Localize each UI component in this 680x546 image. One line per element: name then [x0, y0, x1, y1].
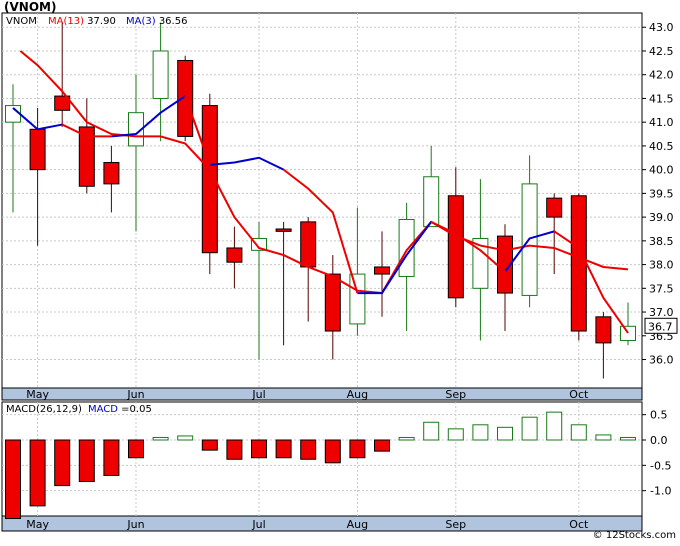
macd-bar-negative — [78, 439, 95, 483]
candle-up — [423, 176, 440, 228]
price-tick-label: 37.0 — [649, 306, 674, 319]
price-legend-item: MA(13) 37.90 — [48, 16, 116, 27]
price-tick-label: 40.5 — [649, 140, 674, 153]
macd-bar-positive — [595, 434, 612, 441]
macd-bar-negative — [349, 439, 366, 459]
candle-down — [374, 266, 390, 275]
price-month-label: Jul — [251, 388, 265, 401]
macd-bar-positive — [472, 424, 489, 441]
macd-month-label: May — [26, 518, 49, 531]
macd-bar-negative — [201, 439, 218, 451]
candle-down — [103, 162, 120, 185]
price-month-label: May — [26, 388, 49, 401]
macd-bar-positive — [398, 436, 415, 441]
price-tick-label: 41.5 — [649, 92, 674, 105]
price-date-band — [1, 387, 643, 401]
macd-month-label: Jul — [251, 518, 265, 531]
macd-bar-positive — [570, 424, 587, 441]
macd-legend-title: MACD(26,12,9) — [6, 404, 82, 415]
macd-tick-label: -0.5 — [650, 459, 671, 472]
macd-bar-positive — [497, 426, 513, 441]
macd-month-label: Sep — [445, 518, 466, 531]
macd-month-label: Jun — [126, 518, 144, 531]
price-tick-label: 42.0 — [649, 69, 674, 82]
macd-bar-negative — [374, 439, 390, 452]
price-tick-label: 41.0 — [649, 116, 674, 129]
price-month-label: Jun — [126, 388, 144, 401]
price-tick-label: 36.0 — [649, 354, 674, 367]
candle-up — [349, 273, 366, 325]
price-tick-label: 39.5 — [649, 187, 674, 200]
macd-panel-frame — [1, 401, 643, 517]
price-month-label: Aug — [347, 388, 368, 401]
macd-bar-negative — [300, 439, 317, 460]
price-tick-label: 42.5 — [649, 45, 674, 58]
macd-tick-label: -1.0 — [650, 485, 671, 498]
price-legend-item: MA(3) 36.56 — [126, 16, 187, 27]
macd-month-label: Aug — [347, 518, 368, 531]
price-panel-frame — [1, 12, 643, 389]
candle-down — [546, 197, 563, 218]
candle-down — [447, 195, 464, 299]
macd-tick-label: 0.0 — [650, 434, 668, 447]
macd-bar-negative — [5, 439, 21, 520]
macd-bar-positive — [447, 428, 464, 441]
price-tick-label: 37.5 — [649, 282, 674, 295]
macd-bar-negative — [29, 439, 46, 507]
macd-bar-negative — [324, 439, 341, 464]
price-tick-label: 40.0 — [649, 164, 674, 177]
macd-bar-positive — [521, 416, 538, 441]
candle-up — [620, 325, 636, 342]
price-tick-label: 39.0 — [649, 211, 674, 224]
candle-down — [29, 128, 46, 171]
macd-bar-positive — [152, 436, 169, 441]
macd-bar-negative — [128, 439, 144, 459]
macd-bar-negative — [54, 439, 71, 487]
candle-up — [152, 50, 169, 99]
last-price-label: 36.7 — [648, 320, 673, 333]
copyright-footer: © 12Stocks.com — [592, 530, 676, 541]
price-tick-label: 38.5 — [649, 235, 674, 248]
candle-down — [570, 195, 587, 332]
macd-bar-negative — [251, 439, 267, 459]
macd-month-label: Oct — [569, 518, 589, 531]
price-legend-item: VNOM — [6, 16, 37, 27]
candle-down — [300, 221, 317, 268]
price-month-label: Sep — [445, 388, 466, 401]
macd-bar-negative — [226, 439, 243, 460]
candle-down — [275, 228, 292, 232]
price-tick-label: 43.0 — [649, 21, 674, 34]
macd-bar-negative — [103, 439, 120, 476]
candle-down — [595, 316, 612, 344]
macd-date-band — [1, 515, 643, 532]
macd-bar-positive — [423, 421, 440, 441]
macd-bar-positive — [620, 436, 636, 441]
macd-bar-negative — [275, 439, 292, 459]
macd-tick-label: 0.5 — [650, 409, 668, 422]
candle-down — [226, 247, 243, 263]
macd-bar-positive — [177, 435, 194, 441]
price-month-label: Oct — [569, 388, 589, 401]
price-tick-label: 38.0 — [649, 259, 674, 272]
macd-bar-positive — [546, 411, 563, 441]
macd-legend-value: MACD =0.05 — [88, 404, 152, 415]
candle-down — [324, 273, 341, 332]
stock-chart: 36.036.537.037.538.038.539.039.540.040.5… — [1, 12, 678, 532]
